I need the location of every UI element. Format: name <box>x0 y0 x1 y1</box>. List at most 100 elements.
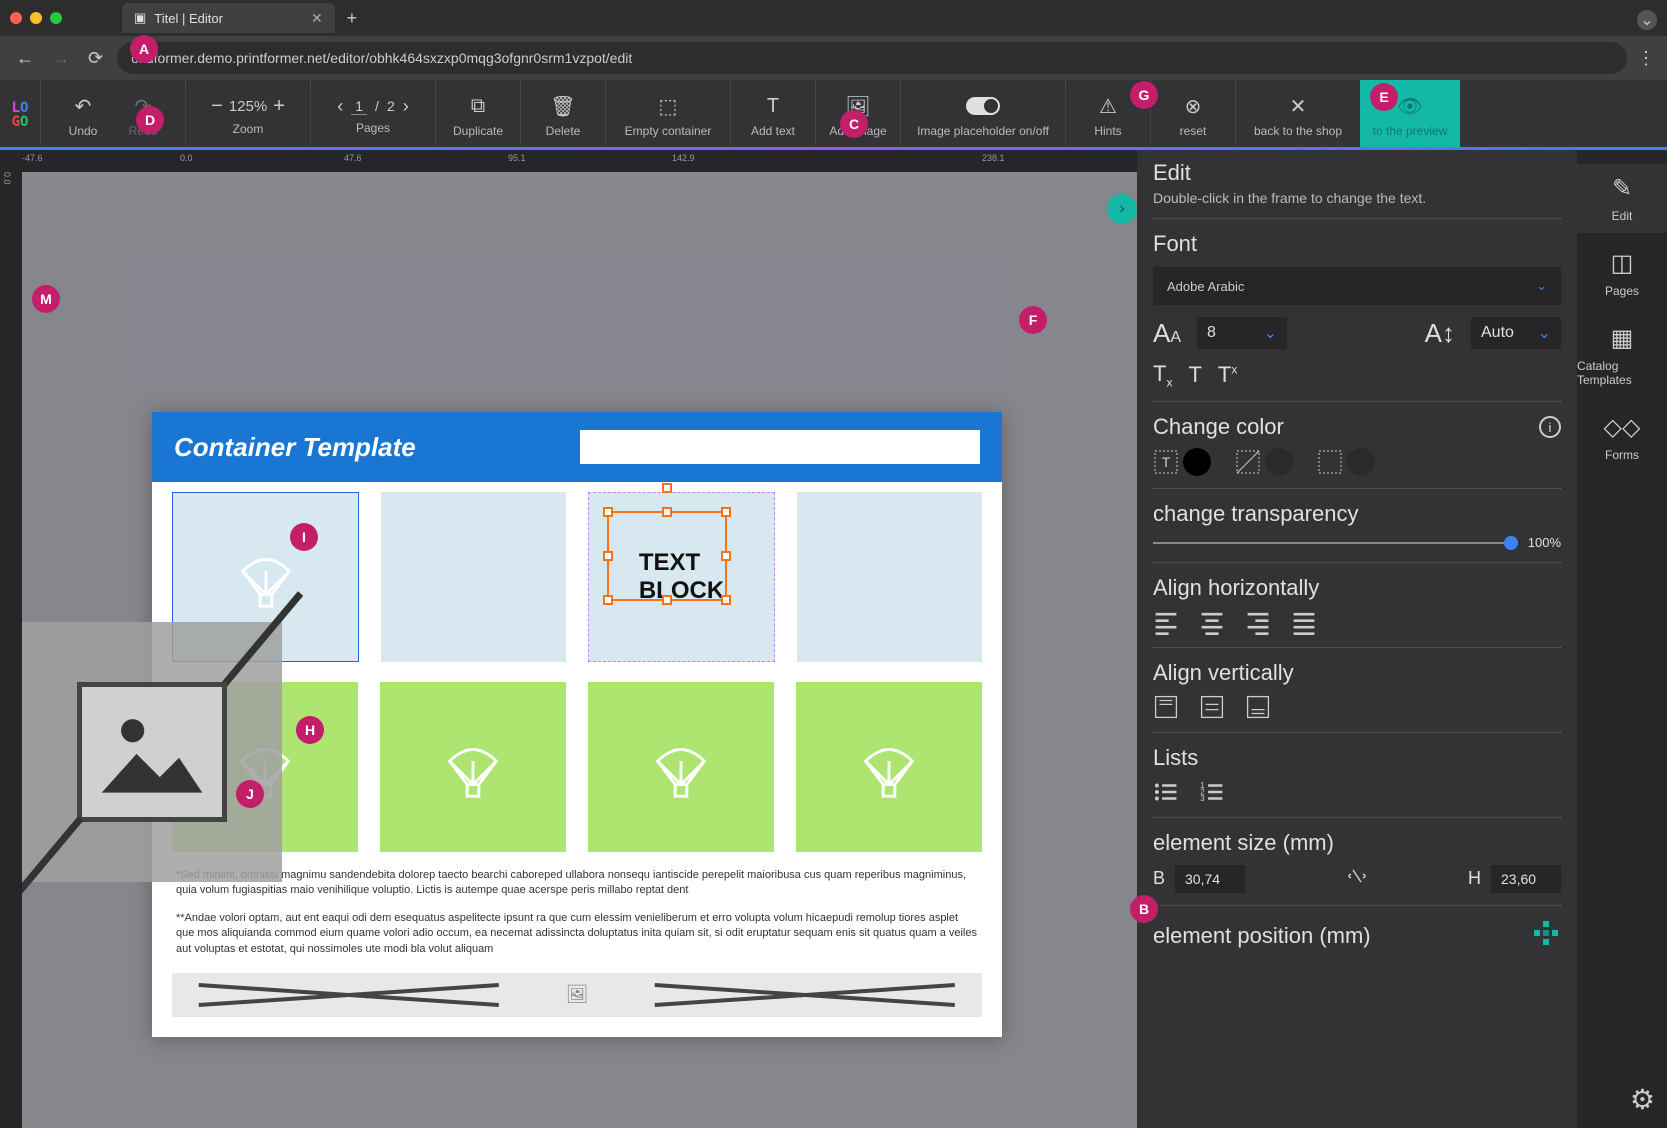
bottom-corner-icons: ⚙ <box>1630 1083 1655 1116</box>
transparency-slider[interactable] <box>1153 542 1518 544</box>
annotation-b: B <box>1130 895 1158 923</box>
delete-button[interactable]: 🗑 Delete <box>533 80 593 150</box>
titlebar: ▣ Titel | Editor ✕ + <box>0 0 1667 36</box>
undo-button[interactable]: ↶ Undo <box>53 80 113 150</box>
tab-pages[interactable]: ◫ Pages <box>1577 239 1667 308</box>
align-middle-button[interactable] <box>1199 694 1225 720</box>
width-input[interactable]: 30,74 <box>1175 865 1245 893</box>
zoom-value: 125% <box>229 98 267 115</box>
text-block-cell[interactable]: TEXT BLOCK <box>588 492 775 662</box>
zoom-out-button[interactable]: − <box>211 95 223 118</box>
close-window-button[interactable] <box>10 12 22 24</box>
edit-section-sub: Double-click in the frame to change the … <box>1153 190 1561 206</box>
lorem-text-2[interactable]: **Andae volori optam, aut ent eaqui odi … <box>152 905 1002 963</box>
page-current[interactable]: 1 <box>351 98 367 115</box>
app-logo[interactable]: LO GO <box>0 80 40 150</box>
reload-button[interactable]: ⟳ <box>84 44 107 73</box>
collapse-panel-button[interactable]: › <box>1107 194 1137 224</box>
parachute-icon <box>646 732 716 802</box>
back-button[interactable]: ← <box>12 44 38 73</box>
add-text-button[interactable]: T Add text <box>743 80 803 150</box>
align-center-button[interactable] <box>1199 609 1225 635</box>
hints-button[interactable]: ⚠ Hints <box>1078 80 1138 150</box>
forward-button[interactable]: → <box>48 44 74 73</box>
font-family-select[interactable]: Adobe Arabic ⌄ <box>1153 267 1561 305</box>
info-icon[interactable]: i <box>1539 416 1561 438</box>
annotation-g: G <box>1130 81 1158 109</box>
container-cell[interactable] <box>380 682 566 852</box>
tab-catalog[interactable]: ▦ Catalog Templates <box>1577 314 1667 397</box>
empty-container-button[interactable]: ⬚ Empty container <box>618 80 718 150</box>
align-left-button[interactable] <box>1153 609 1179 635</box>
doc-title[interactable]: Container Template <box>174 432 416 463</box>
align-v-title: Align vertically <box>1153 660 1561 686</box>
annotation-e: E <box>1370 83 1398 111</box>
prev-page-button[interactable]: ‹ <box>337 96 343 117</box>
align-bottom-button[interactable] <box>1245 694 1271 720</box>
properties-panel: Edit Double-click in the frame to change… <box>1137 150 1667 1128</box>
floating-image-drag[interactable] <box>22 622 282 882</box>
align-right-button[interactable] <box>1245 609 1271 635</box>
vertical-ruler: 0.0 <box>0 150 22 1128</box>
horizontal-ruler: -47.6 0.0 47.6 95.1 142.9 238.1 <box>22 150 1137 172</box>
browser-chrome: ⌄ ▣ Titel | Editor ✕ + ← → ⟳ okuformer.d… <box>0 0 1667 80</box>
bullet-list-button[interactable] <box>1153 779 1179 805</box>
zoom-in-button[interactable]: + <box>273 95 285 118</box>
line-height-select[interactable]: Auto⌄ <box>1471 317 1561 349</box>
annotation-h: H <box>296 716 324 744</box>
text-color-swatch[interactable]: T <box>1153 448 1211 476</box>
addressbar: ← → ⟳ okuformer.demo.printformer.net/edi… <box>0 36 1667 80</box>
font-section-title: Font <box>1153 231 1561 257</box>
container-cell[interactable] <box>796 682 982 852</box>
subscript-icon[interactable]: Tx <box>1153 361 1172 389</box>
container-cell[interactable] <box>797 492 982 662</box>
tab-favicon: ▣ <box>134 10 146 26</box>
move-icon[interactable] <box>1531 918 1561 954</box>
new-tab-button[interactable]: + <box>347 8 358 29</box>
numbered-list-button[interactable]: 123 <box>1199 779 1225 805</box>
font-size-select[interactable]: 8⌄ <box>1197 317 1287 349</box>
align-h-title: Align horizontally <box>1153 575 1561 601</box>
container-cell[interactable] <box>588 682 774 852</box>
main-area: 0.0 -47.6 0.0 47.6 95.1 142.9 238.1 › Co… <box>0 150 1667 1128</box>
footer-image-icon[interactable]: 🖼 <box>566 984 589 1005</box>
tab-edit[interactable]: ✎ Edit <box>1577 164 1667 233</box>
normal-text-icon[interactable]: T <box>1188 362 1201 388</box>
align-top-button[interactable] <box>1153 694 1179 720</box>
superscript-icon[interactable]: Tx <box>1218 362 1237 388</box>
doc-search-box[interactable] <box>580 430 980 464</box>
browser-tab[interactable]: ▣ Titel | Editor ✕ <box>122 3 335 33</box>
maximize-window-button[interactable] <box>50 12 62 24</box>
container-cell[interactable] <box>381 492 566 662</box>
url-bar[interactable]: okuformer.demo.printformer.net/editor/ob… <box>117 42 1627 74</box>
footer-placeholder-left[interactable] <box>192 983 506 1007</box>
duplicate-button[interactable]: ⧉ Duplicate <box>448 80 508 150</box>
border-color-swatch[interactable] <box>1317 448 1375 476</box>
placeholder-toggle[interactable]: Image placeholder on/off <box>913 80 1053 150</box>
footer-placeholder-right[interactable] <box>648 983 962 1007</box>
next-page-button[interactable]: › <box>403 96 409 117</box>
settings-icon[interactable]: ⚙ <box>1630 1083 1655 1116</box>
image-placeholder-icon <box>77 682 227 822</box>
annotation-i: I <box>290 523 318 551</box>
height-input[interactable]: 23,60 <box>1491 865 1561 893</box>
annotation-c: C <box>840 110 868 138</box>
canvas-workspace[interactable]: Container Template <box>22 172 1137 1128</box>
close-tab-icon[interactable]: ✕ <box>311 10 323 27</box>
align-justify-button[interactable] <box>1291 609 1317 635</box>
canvas-area[interactable]: -47.6 0.0 47.6 95.1 142.9 238.1 › Contai… <box>22 150 1137 1128</box>
undo-icon: ↶ <box>75 92 92 120</box>
size-title: element size (mm) <box>1153 830 1561 856</box>
link-size-icon[interactable] <box>1255 864 1458 893</box>
side-tabs: ✎ Edit ◫ Pages ▦ Catalog Templates ◇◇ Fo… <box>1577 150 1667 1128</box>
reset-icon: ⊗ <box>1185 92 1202 120</box>
tab-forms[interactable]: ◇◇ Forms <box>1577 403 1667 472</box>
back-shop-button[interactable]: ✕ back to the shop <box>1248 80 1348 150</box>
svg-text:3: 3 <box>1200 794 1204 803</box>
browser-menu-icon[interactable]: ⋮ <box>1637 48 1655 69</box>
chevron-down-icon[interactable]: ⌄ <box>1637 10 1657 30</box>
parachute-icon <box>438 732 508 802</box>
minimize-window-button[interactable] <box>30 12 42 24</box>
fill-color-swatch[interactable] <box>1235 448 1293 476</box>
reset-button[interactable]: ⊗ reset <box>1163 80 1223 150</box>
